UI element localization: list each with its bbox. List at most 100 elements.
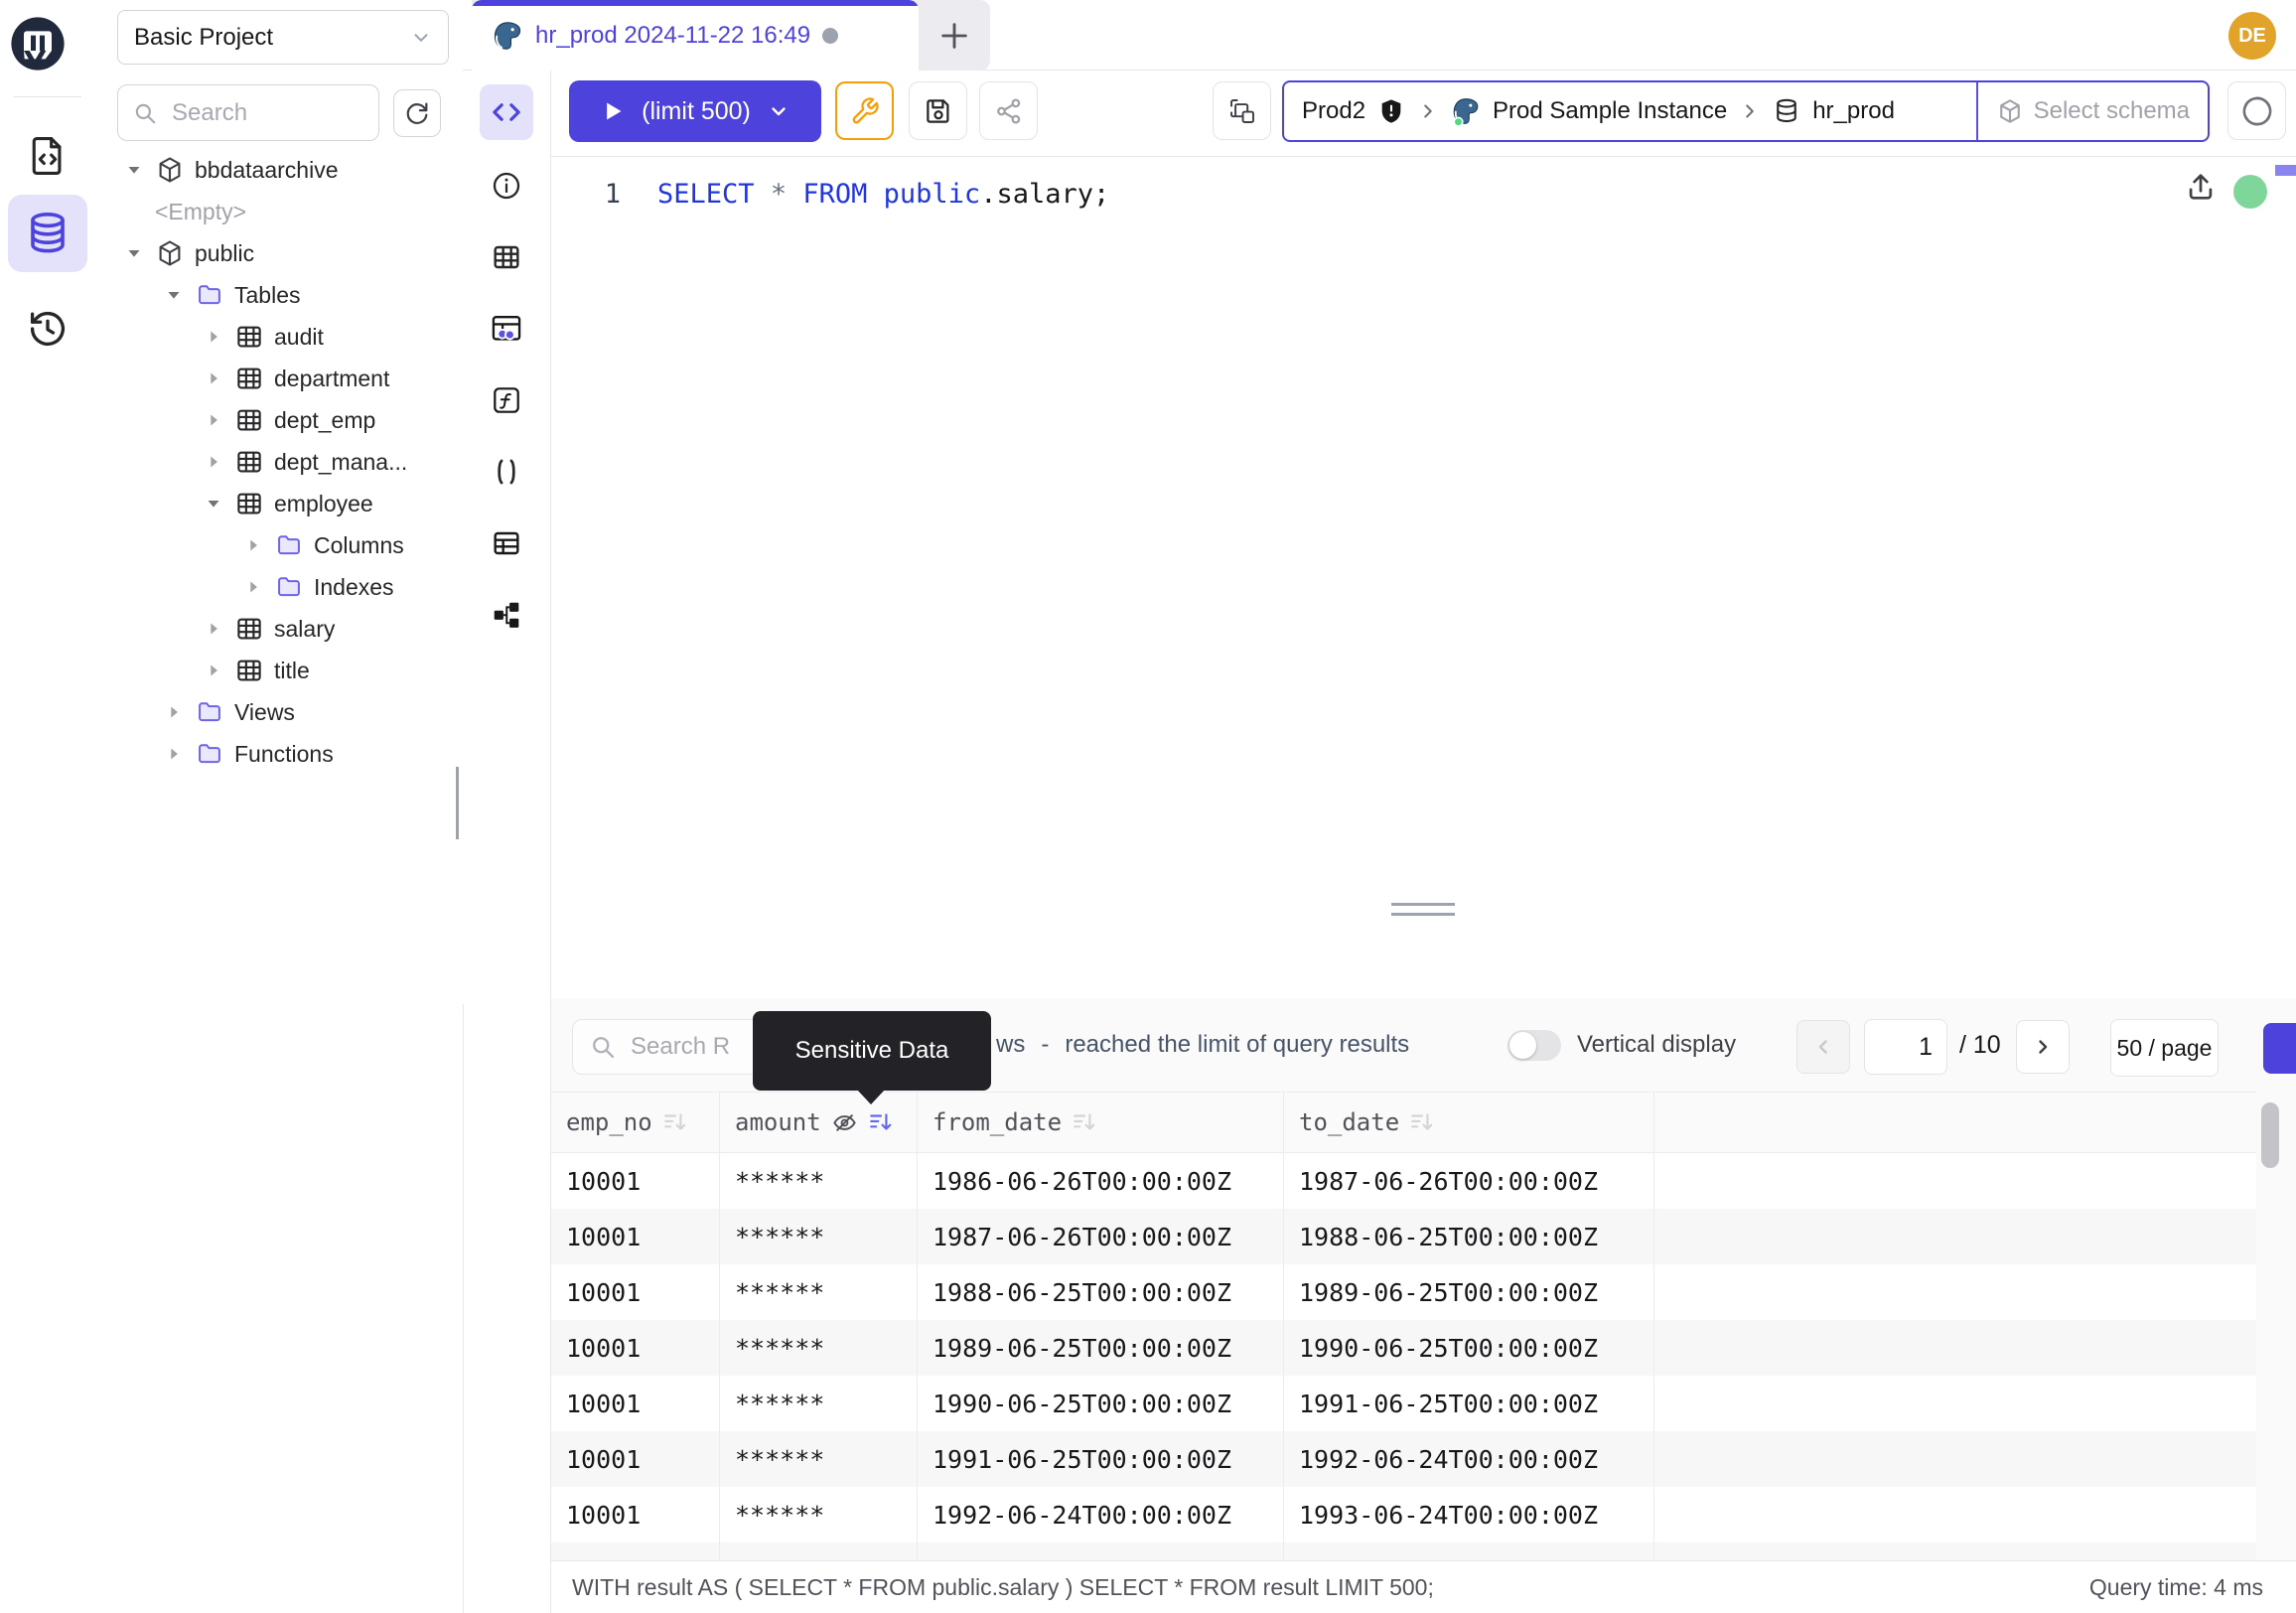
caret-right-icon[interactable] <box>203 618 224 640</box>
vertical-display-toggle[interactable] <box>1507 1030 1561 1061</box>
page-size-select[interactable]: 50 / page <box>2110 1019 2219 1077</box>
tree-item-department[interactable]: department <box>95 358 461 399</box>
column-header-from_date[interactable]: from_date <box>918 1093 1284 1152</box>
run-query-button[interactable]: (limit 500) <box>569 80 821 142</box>
tree-item-audit[interactable]: audit <box>95 316 461 358</box>
table-row[interactable]: 10001******1986-06-26T00:00:00Z1987-06-2… <box>551 1153 2256 1209</box>
strip-function-button[interactable] <box>480 372 533 428</box>
strip-schema-diagram-button[interactable] <box>480 587 533 643</box>
table-cell[interactable]: 10001 <box>551 1320 720 1376</box>
sql-editor[interactable]: 1 SELECT * FROM public.salary; <box>551 157 2296 998</box>
table-row[interactable]: 10001******1991-06-25T00:00:00Z1992-06-2… <box>551 1431 2256 1487</box>
table-cell[interactable]: 1989-06-25T00:00:00Z <box>918 1320 1284 1376</box>
table-cell[interactable]: 10001 <box>551 1209 720 1264</box>
table-row[interactable]: 10001******1987-06-26T00:00:00Z1988-06-2… <box>551 1209 2256 1264</box>
caret-right-icon[interactable] <box>203 367 224 389</box>
table-cell[interactable]: 10001 <box>551 1264 720 1320</box>
column-header-emp_no[interactable]: emp_no <box>551 1093 720 1152</box>
table-cell[interactable]: 1987-06-26T00:00:00Z <box>918 1209 1284 1264</box>
connection-breadcrumb[interactable]: Prod2 <box>1282 80 2210 142</box>
caret-down-icon[interactable] <box>163 284 185 306</box>
table-cell[interactable]: ****** <box>720 1264 918 1320</box>
new-tab-button[interactable] <box>919 0 990 71</box>
table-cell[interactable]: ****** <box>720 1487 918 1542</box>
prev-page-button[interactable] <box>1796 1020 1850 1074</box>
table-cell[interactable]: 1991-06-25T00:00:00Z <box>1284 1376 1654 1431</box>
caret-down-icon[interactable] <box>203 493 224 514</box>
upload-sql-button[interactable] <box>2181 167 2221 207</box>
tree-item-indexes[interactable]: Indexes <box>95 566 461 608</box>
table-cell[interactable]: 10001 <box>551 1153 720 1209</box>
caret-right-icon[interactable] <box>242 576 264 598</box>
tree-item-functions[interactable]: Functions <box>95 733 461 775</box>
table-cell[interactable]: 1992-06-24T00:00:00Z <box>918 1487 1284 1542</box>
tree-item-dept-emp[interactable]: dept_emp <box>95 399 461 441</box>
table-cell[interactable]: 1993-06-24T00:00:00Z <box>1284 1487 1654 1542</box>
panel-resize-handle[interactable] <box>456 767 459 839</box>
table-cell[interactable]: 1988-06-25T00:00:00Z <box>918 1264 1284 1320</box>
table-row[interactable]: 10001******1993-06-24T00:00:00Z1994-06-2… <box>551 1542 2256 1560</box>
caret-right-icon[interactable] <box>203 409 224 431</box>
panel-split-handle[interactable] <box>1391 903 1455 906</box>
column-header-amount[interactable]: amount <box>720 1093 918 1152</box>
user-avatar[interactable]: DE <box>2228 12 2276 60</box>
table-row[interactable]: 10001******1989-06-25T00:00:00Z1990-06-2… <box>551 1320 2256 1376</box>
project-selector[interactable]: Basic Project <box>117 10 449 65</box>
caret-right-icon[interactable] <box>203 326 224 348</box>
table-cell[interactable]: ****** <box>720 1320 918 1376</box>
table-cell[interactable]: 1993-06-24T00:00:00Z <box>918 1542 1284 1560</box>
run-options-chevron-icon[interactable] <box>767 99 790 123</box>
caret-right-icon[interactable] <box>163 743 185 765</box>
table-cell[interactable]: 1988-06-25T00:00:00Z <box>1284 1209 1654 1264</box>
table-row[interactable]: 10001******1992-06-24T00:00:00Z1993-06-2… <box>551 1487 2256 1542</box>
format-sql-button[interactable] <box>835 81 894 140</box>
table-cell[interactable]: 10001 <box>551 1376 720 1431</box>
table-cell[interactable]: 10001 <box>551 1542 720 1560</box>
caret-right-icon[interactable] <box>163 701 185 723</box>
table-cell[interactable]: 1986-06-26T00:00:00Z <box>918 1153 1284 1209</box>
tree-search-input[interactable] <box>170 98 364 128</box>
sort-icon-active[interactable] <box>868 1109 894 1135</box>
results-scrollbar-thumb[interactable] <box>2261 1102 2279 1168</box>
table-cell[interactable]: 1990-06-25T00:00:00Z <box>918 1376 1284 1431</box>
export-button[interactable] <box>2263 1023 2296 1074</box>
table-cell[interactable]: 1994-06-24T00:00:00Z <box>1284 1542 1654 1560</box>
select-schema-button[interactable]: Select schema <box>1978 97 2208 125</box>
tree-item-views[interactable]: Views <box>95 691 461 733</box>
tree-item-columns[interactable]: Columns <box>95 524 461 566</box>
rail-worksheet-button[interactable] <box>8 117 87 195</box>
strip-procedures-button[interactable] <box>480 444 533 500</box>
ai-assistant-button[interactable] <box>2227 81 2286 140</box>
bytebase-logo[interactable] <box>10 16 66 72</box>
caret-down-icon[interactable] <box>123 159 145 181</box>
strip-external-tables-button[interactable] <box>480 515 533 571</box>
table-cell[interactable]: ****** <box>720 1431 918 1487</box>
sort-icon[interactable] <box>1072 1109 1097 1135</box>
table-row[interactable]: 10001******1990-06-25T00:00:00Z1991-06-2… <box>551 1376 2256 1431</box>
table-cell[interactable]: 1990-06-25T00:00:00Z <box>1284 1320 1654 1376</box>
tab-hr-prod[interactable]: hr_prod 2024-11-22 16:49 <box>472 0 919 71</box>
panel-split-handle[interactable] <box>1391 913 1455 916</box>
sort-icon[interactable] <box>662 1109 688 1135</box>
share-sheet-button[interactable] <box>979 81 1038 140</box>
tree-item-tables[interactable]: Tables <box>95 274 461 316</box>
strip-info-button[interactable] <box>480 158 533 214</box>
tree-item-salary[interactable]: salary <box>95 608 461 650</box>
table-cell[interactable]: ****** <box>720 1376 918 1431</box>
table-cell[interactable]: 1991-06-25T00:00:00Z <box>918 1431 1284 1487</box>
table-cell[interactable]: ****** <box>720 1542 918 1560</box>
table-cell[interactable]: 10001 <box>551 1431 720 1487</box>
caret-right-icon[interactable] <box>203 660 224 681</box>
tree-item-title[interactable]: title <box>95 650 461 691</box>
strip-code-button[interactable] <box>480 84 533 140</box>
page-number-input[interactable]: 1 <box>1864 1019 1947 1075</box>
table-row[interactable]: 10001******1988-06-25T00:00:00Z1989-06-2… <box>551 1264 2256 1320</box>
rail-database-button[interactable] <box>8 195 87 272</box>
change-connection-button[interactable] <box>1213 81 1271 140</box>
refresh-button[interactable] <box>393 89 441 137</box>
tree-item-dept-mana[interactable]: dept_mana... <box>95 441 461 483</box>
strip-tables-button[interactable] <box>480 229 533 285</box>
tree-item-bbdataarchive[interactable]: bbdataarchive <box>95 149 461 191</box>
caret-down-icon[interactable] <box>123 242 145 264</box>
tree-item-public[interactable]: public <box>95 232 461 274</box>
